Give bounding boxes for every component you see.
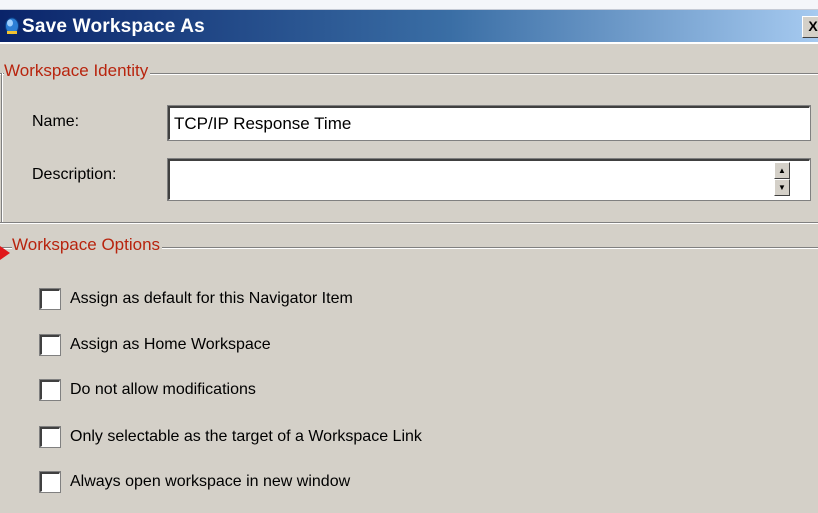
option-assign-home[interactable]: Assign as Home Workspace bbox=[39, 333, 271, 357]
name-input[interactable] bbox=[167, 105, 811, 141]
dialog-title: Save Workspace As bbox=[22, 16, 205, 37]
option-open-new-window[interactable]: Always open workspace in new window bbox=[39, 470, 350, 494]
option-link-target-only[interactable]: Only selectable as the target of a Works… bbox=[39, 425, 422, 449]
title-bar[interactable]: Save Workspace As X bbox=[0, 10, 818, 44]
description-textarea[interactable] bbox=[167, 158, 811, 201]
workspace-app-icon bbox=[5, 17, 19, 35]
option-assign-default[interactable]: Assign as default for this Navigator Ite… bbox=[39, 287, 353, 311]
description-label: Description: bbox=[32, 166, 117, 183]
save-workspace-dialog: Save Workspace As X Workspace Identity N… bbox=[0, 0, 818, 513]
close-button[interactable]: X bbox=[802, 16, 818, 38]
no-modifications-checkbox[interactable] bbox=[39, 379, 61, 401]
options-group-legend: Workspace Options bbox=[12, 235, 163, 255]
link-target-only-checkbox[interactable] bbox=[39, 426, 61, 448]
assign-home-checkbox[interactable] bbox=[39, 334, 61, 356]
identity-group-left-border bbox=[1, 73, 3, 223]
description-scroll-buttons[interactable]: ▲ ▼ bbox=[774, 162, 790, 196]
assign-home-label[interactable]: Assign as Home Workspace bbox=[70, 336, 271, 354]
group-separator bbox=[0, 222, 818, 224]
assign-default-label[interactable]: Assign as default for this Navigator Ite… bbox=[70, 290, 353, 308]
link-target-only-label[interactable]: Only selectable as the target of a Works… bbox=[70, 428, 422, 446]
red-pointer-arrow-icon bbox=[0, 246, 10, 260]
close-icon: X bbox=[808, 18, 818, 34]
open-new-window-checkbox[interactable] bbox=[39, 471, 61, 493]
name-label: Name: bbox=[32, 113, 80, 130]
no-modifications-label[interactable]: Do not allow modifications bbox=[70, 381, 256, 399]
option-no-modifications[interactable]: Do not allow modifications bbox=[39, 378, 256, 402]
spin-down-icon[interactable]: ▼ bbox=[774, 179, 790, 196]
open-new-window-label[interactable]: Always open workspace in new window bbox=[70, 473, 350, 491]
background-strip bbox=[0, 0, 818, 10]
spin-up-icon[interactable]: ▲ bbox=[774, 162, 790, 179]
identity-group-legend: Workspace Identity bbox=[4, 61, 151, 81]
assign-default-checkbox[interactable] bbox=[39, 288, 61, 310]
